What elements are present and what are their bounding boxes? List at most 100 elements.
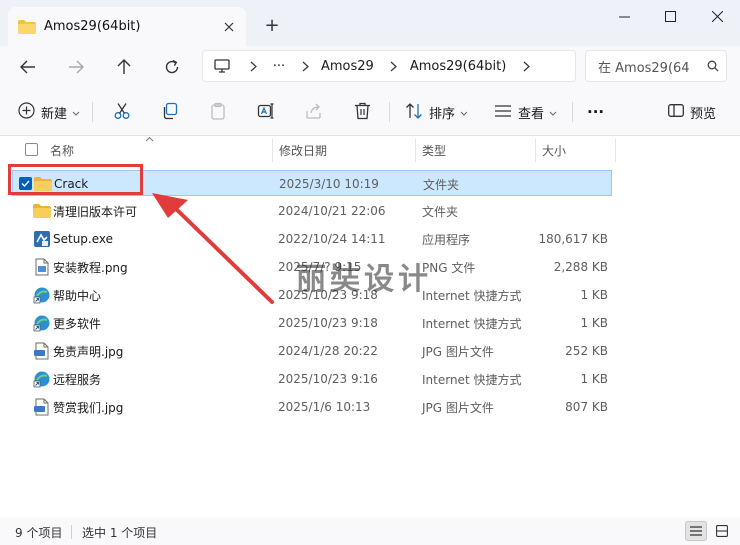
tab-title: Amos29(64bit) — [44, 19, 141, 34]
tab-amos29-64bit[interactable]: Amos29(64bit) — [8, 7, 246, 46]
file-row-remote-service[interactable]: 远程服务 2025/10/23 9:16 Internet 快捷方式 1 KB — [12, 366, 612, 392]
column-divider[interactable] — [415, 138, 416, 162]
file-row-appreciate-jpg[interactable]: 赞赏我们.jpg 2025/1/6 10:13 JPG 图片文件 807 KB — [12, 394, 612, 420]
internet-shortcut-icon — [33, 370, 51, 388]
scissors-icon — [113, 102, 131, 123]
arrow-up-icon — [117, 59, 131, 74]
column-name[interactable]: 名称 — [50, 136, 270, 164]
file-size: 180,617 KB — [538, 232, 608, 246]
arrow-right-icon — [69, 60, 84, 74]
close-tab-icon[interactable] — [218, 16, 240, 38]
rename-icon — [257, 102, 275, 123]
column-date[interactable]: 修改日期 — [279, 136, 409, 164]
view-label: 查看 — [518, 106, 545, 122]
setup-exe-icon — [33, 230, 51, 248]
file-size: 2,288 KB — [553, 260, 608, 274]
search-icon — [700, 60, 726, 72]
forward-button[interactable] — [61, 52, 91, 82]
file-row-more-software[interactable]: 更多软件 2025/10/23 9:18 Internet 快捷方式 1 KB — [12, 310, 612, 336]
maximize-button[interactable] — [647, 0, 693, 32]
chevron-right-icon — [293, 61, 317, 72]
column-type[interactable]: 类型 — [422, 136, 532, 164]
chevron-down-icon — [549, 105, 557, 119]
view-lines-icon — [494, 104, 512, 121]
refresh-button[interactable] — [157, 52, 187, 82]
view-button[interactable]: 查看 — [494, 98, 557, 126]
clipboard-icon — [209, 102, 227, 123]
file-row-setup[interactable]: Setup.exe 2022/10/24 14:11 应用程序 180,617 … — [12, 226, 612, 252]
up-button[interactable] — [109, 52, 139, 82]
sort-icon — [405, 102, 423, 123]
toolbar-divider — [572, 102, 573, 122]
close-window-button[interactable] — [694, 0, 740, 32]
file-name: 清理旧版本许可 — [53, 204, 138, 219]
highlight-box — [8, 164, 143, 195]
file-date: 2024/10/21 22:06 — [278, 204, 386, 218]
select-all-checkbox[interactable] — [25, 143, 38, 156]
cut-button[interactable] — [113, 98, 131, 126]
breadcrumb-amos29-64bit[interactable]: Amos29(64bit) — [410, 59, 506, 74]
toolbar-divider — [92, 102, 93, 122]
more-button[interactable]: ··· — [587, 98, 604, 126]
file-size: 1 KB — [580, 372, 608, 386]
jpg-file-icon — [33, 398, 51, 416]
sort-up-caret-icon — [145, 131, 154, 145]
address-bar[interactable]: ··· Amos29 Amos29(64bit) — [202, 50, 576, 82]
chevron-right-icon[interactable] — [514, 61, 538, 72]
file-name: 安装教程.png — [53, 260, 128, 275]
file-row-disclaimer-jpg[interactable]: 免责声明.jpg 2024/1/28 20:22 JPG 图片文件 252 KB — [12, 338, 612, 364]
copy-button[interactable] — [161, 98, 179, 126]
title-bar: Amos29(64bit) + — [0, 0, 740, 46]
address-overflow[interactable]: ··· — [265, 59, 293, 74]
file-date: 2025/1/6 10:13 — [278, 400, 371, 414]
file-row-cleanup[interactable]: 清理旧版本许可 2024/10/21 22:06 文件夹 — [12, 198, 612, 224]
file-date: 2025/10/23 9:18 — [278, 316, 378, 330]
tiles-view-button[interactable] — [711, 521, 733, 541]
rename-button[interactable] — [257, 98, 275, 126]
preview-button[interactable]: 预览 — [668, 98, 716, 126]
preview-pane-icon — [668, 104, 684, 120]
new-tab-button[interactable]: + — [258, 12, 286, 38]
delete-button[interactable] — [354, 98, 371, 126]
tiles-view-icon — [716, 525, 728, 537]
internet-shortcut-icon — [33, 314, 51, 332]
back-button[interactable] — [13, 52, 43, 82]
file-name: 赞赏我们.jpg — [53, 400, 124, 415]
status-bar: 9 个项目 选中 1 个项目 — [0, 517, 740, 545]
details-view-button[interactable] — [685, 521, 707, 541]
selected-count: 选中 1 个项目 — [82, 526, 158, 540]
column-size[interactable]: 大小 — [542, 136, 612, 164]
file-type: JPG 图片文件 — [422, 400, 494, 415]
file-type: 应用程序 — [422, 232, 471, 247]
status-divider — [71, 525, 72, 539]
new-button[interactable]: 新建 — [18, 98, 80, 126]
file-date: 2025/10/23 9:16 — [278, 372, 378, 386]
file-size: 1 KB — [580, 316, 608, 330]
toolbar-divider — [389, 102, 390, 122]
column-header: 名称 修改日期 类型 大小 — [0, 136, 740, 164]
file-type: 文件夹 — [422, 204, 459, 219]
file-name: 免责声明.jpg — [53, 344, 124, 359]
file-size: 1 KB — [580, 288, 608, 302]
search-box[interactable]: 在 Amos29(64 — [585, 50, 727, 82]
command-bar: 新建 排序 查看 ··· 预览 — [0, 88, 740, 136]
plus-circle-icon — [18, 102, 35, 122]
file-date: 2024/1/28 20:22 — [278, 344, 378, 358]
new-label: 新建 — [41, 106, 68, 122]
column-divider[interactable] — [272, 138, 273, 162]
column-divider[interactable] — [615, 138, 616, 162]
file-type: Internet 快捷方式 — [422, 288, 522, 303]
file-date: 2022/10/24 14:11 — [278, 232, 386, 246]
png-file-icon — [33, 258, 51, 276]
paste-button[interactable] — [209, 98, 227, 126]
sort-button[interactable]: 排序 — [405, 98, 468, 126]
share-button[interactable] — [305, 98, 323, 126]
minimize-button[interactable] — [601, 0, 647, 32]
navigation-bar: ··· Amos29 Amos29(64bit) 在 Amos29(64 — [0, 46, 740, 88]
watermark-text: 丽奘设计 — [296, 262, 432, 297]
file-type: Internet 快捷方式 — [422, 316, 522, 331]
search-input[interactable]: 在 Amos29(64 — [598, 57, 700, 76]
details-view-icon — [690, 526, 702, 536]
column-divider[interactable] — [535, 138, 536, 162]
breadcrumb-amos29[interactable]: Amos29 — [321, 59, 374, 74]
